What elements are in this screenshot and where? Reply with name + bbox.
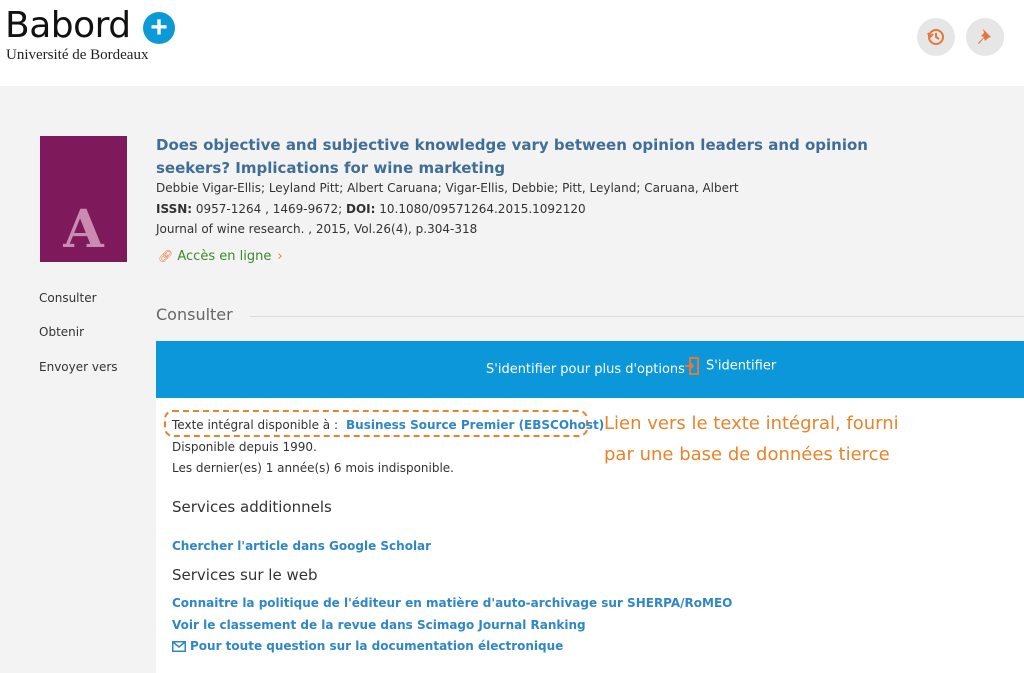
logo-plus-icon[interactable]: + [143, 12, 175, 44]
section-heading-consulter: Consulter [156, 305, 233, 324]
scimago-link[interactable]: Voir le classement de la revue dans Scim… [172, 618, 586, 632]
annotation-line-1: Lien vers le texte intégral, fourni [604, 413, 899, 434]
sign-in-icon [685, 357, 699, 375]
record-authors: Debbie Vigar-Ellis; Leyland Pitt; Albert… [156, 181, 739, 195]
web-services-heading: Services sur le web [172, 566, 318, 584]
google-scholar-link[interactable]: Chercher l'article dans Google Scholar [172, 539, 431, 553]
nav-item-consulter[interactable]: Consulter [39, 291, 97, 305]
logo-subtitle: Université de Bordeaux [6, 47, 149, 63]
online-access-label: Accès en ligne [177, 249, 272, 264]
sign-in-label: S'identifier [706, 358, 777, 374]
pin-icon [978, 29, 991, 44]
cover-letter: A [63, 199, 104, 260]
question-link-label: Pour toute question sur la documentation… [190, 639, 564, 653]
fulltext-provider-link[interactable]: Business Source Premier (EBSCOhost) [346, 418, 604, 432]
additional-services-heading: Services additionnels [172, 498, 332, 516]
chevron-right-icon: › [277, 249, 283, 264]
history-icon [927, 29, 944, 45]
nav-item-envoyer-vers[interactable]: Envoyer vers [39, 360, 118, 374]
pin-button[interactable] [966, 18, 1004, 56]
issn-value: 0957-1264 , 1469-9672; [192, 202, 346, 216]
annotation-line-2: par une base de données tierce [604, 444, 890, 465]
login-bar: S'identifier pour plus d'options S'ident… [156, 341, 1024, 398]
record-title[interactable]: Does objective and subjective knowledge … [156, 134, 936, 180]
issn-label: ISSN: [156, 202, 193, 216]
doi-value: 10.1080/09571264.2015.1092120 [375, 202, 586, 216]
book-cover: A [40, 136, 127, 262]
history-button[interactable] [917, 18, 955, 56]
question-link[interactable]: Pour toute question sur la documentation… [172, 639, 563, 653]
doi-label: DOI: [346, 202, 376, 216]
record-source: Journal of wine research. , 2015, Vol.26… [156, 222, 478, 236]
record-identifiers: ISSN: 0957-1264 , 1469-9672; DOI: 10.108… [156, 202, 586, 216]
fulltext-label: Texte intégral disponible à : [172, 418, 339, 432]
sign-in-button[interactable]: S'identifier [684, 357, 776, 375]
link-icon: 🔗︎ [158, 249, 174, 263]
login-prompt: S'identifier pour plus d'options [486, 362, 685, 377]
header: Babord + Université de Bordeaux [0, 0, 1024, 86]
available-since: Disponible depuis 1990. [172, 440, 317, 454]
logo-title[interactable]: Babord [5, 6, 131, 46]
mail-icon [172, 641, 186, 652]
nav-item-obtenir[interactable]: Obtenir [39, 325, 84, 339]
embargo-note: Les dernier(es) 1 année(s) 6 mois indisp… [172, 461, 454, 475]
sherpa-romeo-link[interactable]: Connaitre la politique de l'éditeur en m… [172, 596, 732, 610]
section-divider [250, 316, 1024, 317]
online-access-link[interactable]: 🔗︎ Accès en ligne › [158, 249, 283, 264]
